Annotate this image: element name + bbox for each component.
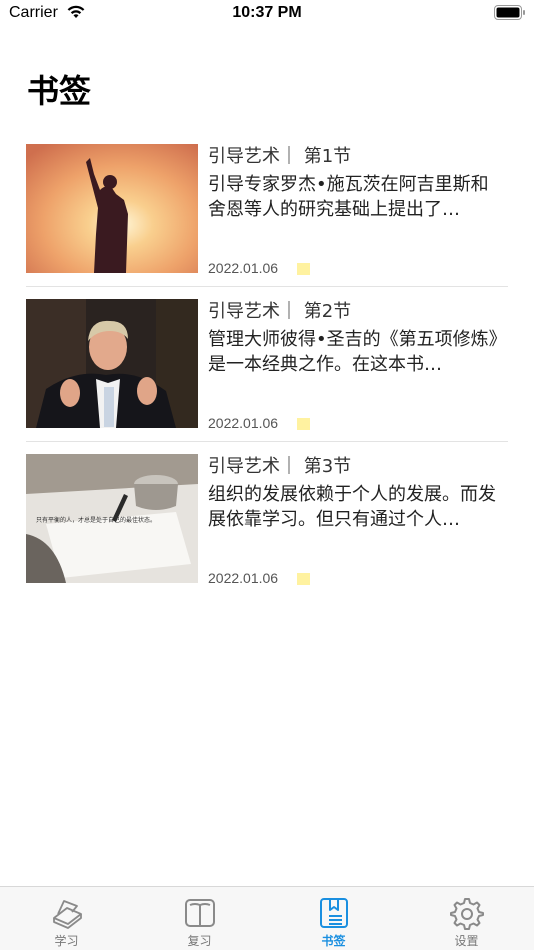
- status-bar: Carrier 10:37 PM: [0, 0, 534, 30]
- battery-icon: [494, 5, 525, 20]
- row-divider: [26, 441, 508, 442]
- tab-label: 设置: [454, 934, 479, 948]
- highlight-mark: [297, 263, 310, 275]
- bookmark-thumbnail: [26, 144, 198, 273]
- tab-label: 学习: [54, 934, 79, 948]
- tab-review[interactable]: 复习: [133, 887, 266, 950]
- bookmark-list-icon: [319, 898, 348, 928]
- tab-study[interactable]: 学习: [0, 887, 133, 950]
- row-divider: [26, 286, 508, 287]
- tab-bar: 学习 复习 书签 设置: [0, 886, 534, 950]
- highlight-mark: [297, 573, 310, 585]
- bookmark-thumbnail: [26, 299, 198, 428]
- bookmark-item[interactable]: 引导艺术｜ 第2节 管理大师彼得•圣吉的《第五项修炼》是一本经典之作。在这本书……: [26, 299, 508, 454]
- sunset-silhouette-image: [26, 144, 198, 273]
- bookmark-title: 引导艺术｜ 第2节: [208, 301, 352, 322]
- bookmark-item[interactable]: 只有平衡的人，才总是处于自己的最佳状态。 引导艺术｜ 第3节 组织的发展依赖于个…: [26, 454, 508, 609]
- bookmark-thumbnail: 只有平衡的人，才总是处于自己的最佳状态。: [26, 454, 198, 583]
- bookmark-description: 管理大师彼得•圣吉的《第五项修炼》是一本经典之作。在这本书…: [208, 329, 498, 375]
- bookmark-date: 2022.01.06: [208, 570, 279, 586]
- tab-bookmarks[interactable]: 书签: [267, 887, 400, 950]
- page-title: 书签: [27, 72, 92, 110]
- book-stack-icon: [52, 900, 82, 929]
- open-book-icon: [184, 899, 215, 927]
- status-time: 10:37 PM: [232, 4, 302, 21]
- speaker-portrait-image: [26, 299, 198, 428]
- bookmark-description: 引导专家罗杰•施瓦茨在阿吉里斯和舍恩等人的研究基础上提出了…: [208, 174, 489, 220]
- writing-desk-image: 只有平衡的人，才总是处于自己的最佳状态。: [26, 454, 198, 583]
- image-caption: 只有平衡的人，才总是处于自己的最佳状态。: [36, 516, 156, 524]
- tab-label: 书签: [321, 934, 346, 948]
- bookmark-item[interactable]: 引导艺术｜ 第1节 引导专家罗杰•施瓦茨在阿吉里斯和舍恩等人的研究基础上提出了……: [26, 144, 508, 299]
- highlight-mark: [297, 418, 310, 430]
- tab-label: 复习: [187, 934, 212, 948]
- gear-icon: [449, 898, 484, 930]
- bookmark-date: 2022.01.06: [208, 415, 279, 431]
- bookmark-description: 组织的发展依赖于个人的发展。而发展依靠学习。但只有通过个人…: [208, 484, 496, 530]
- bookmark-title: 引导艺术｜ 第3节: [208, 456, 352, 477]
- bookmark-title: 引导艺术｜ 第1节: [208, 146, 352, 167]
- bookmark-list: 引导艺术｜ 第1节 引导专家罗杰•施瓦茨在阿吉里斯和舍恩等人的研究基础上提出了……: [26, 144, 508, 609]
- bookmark-date: 2022.01.06: [208, 260, 279, 276]
- tab-settings[interactable]: 设置: [400, 887, 533, 950]
